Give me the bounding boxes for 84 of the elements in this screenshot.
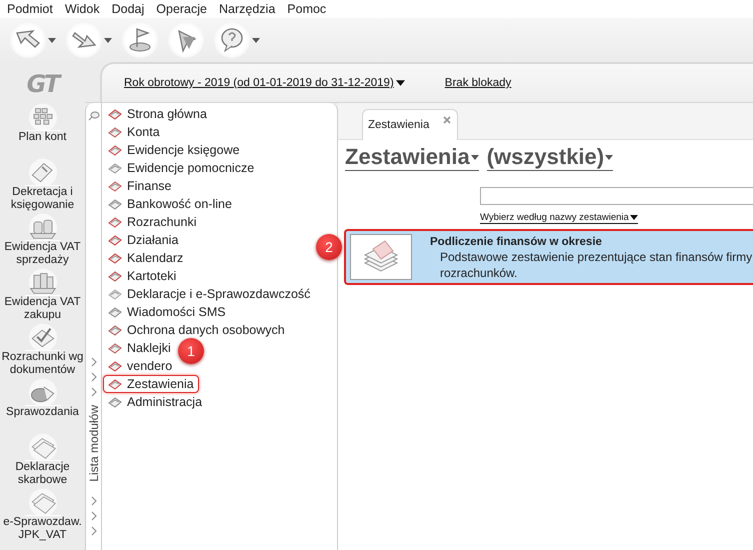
caret-icon [252,38,260,42]
logo: GT [26,70,58,100]
category-dropdown[interactable]: Zestawienia [345,144,479,171]
module-icon [108,161,122,175]
caret-icon [470,154,479,160]
chevron-icon[interactable] [90,387,98,398]
module-item[interactable]: Deklaracje i e-Sprawozdawczość [103,285,316,303]
menu-item[interactable]: Narzędzia [214,2,282,16]
report-row[interactable]: Podliczenie finansów w okresie Podstawowe zestawienie prezentujące stan finansów firmy rozrachunków. [344,229,753,285]
module-icon [108,179,122,193]
module-icon [108,125,122,139]
search-field[interactable] [480,187,753,205]
toolbar-button[interactable] [214,22,260,58]
menu-item[interactable]: Widok [60,2,107,16]
caret-icon [605,154,614,160]
module-item[interactable]: Ewidencje pomocnicze [103,159,260,177]
module-icon [24,102,60,131]
filter-dropdown[interactable]: (wszystkie) [486,144,614,171]
module-icon [24,377,60,406]
module-icon [108,143,122,157]
search-mode-dropdown[interactable]: Wybierz według nazwy zestawienia [480,212,638,224]
module-item[interactable]: Kartoteki [103,267,182,285]
module-icon [108,197,122,211]
module-item[interactable]: Administracja [103,393,208,411]
module-item[interactable]: Bankowość on-line [103,195,237,213]
module-icon [108,233,122,247]
tab[interactable]: Zestawienia [362,109,458,140]
close-icon[interactable] [443,116,452,124]
module-icon [24,432,60,461]
module-item[interactable]: Wiadomości SMS [103,303,231,321]
module-item[interactable]: Strona główna [103,105,212,123]
chevron-icon[interactable] [90,372,98,382]
module-icon [24,267,60,296]
report-description: rozrachunków. [440,266,518,280]
module-item[interactable]: Ewidencje księgowe [103,141,245,159]
report-title: Podliczenie finansów w okresie [430,236,603,248]
module-icon [108,215,122,229]
sidebar-item[interactable]: Deklaracje skarbowe [0,432,85,487]
module-icon [108,359,122,373]
module-item[interactable]: Rozrachunki [103,213,202,231]
report-description: Podstawowe zestawienie prezentujące stan finansów firmy [440,250,752,264]
sidebar-item[interactable]: Ewidencja VAT zakupu [0,267,85,322]
sidebar-item[interactable]: Plan kont [0,102,85,157]
lock-link[interactable]: Brak blokady [444,77,512,89]
toolbar-button[interactable] [122,22,158,58]
toolbar-button[interactable] [10,22,56,58]
module-icon [24,487,60,516]
module-item[interactable]: Finanse [103,177,176,195]
module-item[interactable]: Ochrona danych osobowych [103,321,290,339]
menu-item[interactable]: Operacje [151,2,214,16]
module-icon [108,323,122,337]
menu-item[interactable]: Pomoc [282,2,334,16]
module-icon [108,341,122,355]
module-item[interactable]: Zestawienia [103,375,199,393]
module-icon [108,269,122,283]
module-icon [108,377,122,391]
sidebar-item[interactable]: e-Sprawozdaw. JPK_VAT [0,487,85,542]
module-item[interactable]: Konta [103,123,165,141]
sidebar-item[interactable]: Rozrachunki wg dokumentów [0,322,85,377]
module-item[interactable]: Naklejki [103,339,176,357]
module-icon [24,157,60,186]
chevron-icon[interactable] [90,357,98,368]
module-icon [108,305,122,319]
toolbar-button[interactable] [66,22,112,58]
module-item[interactable]: Kalendarz [103,249,188,267]
caret-icon [48,38,56,42]
module-icon [108,107,122,121]
module-icon [108,395,122,409]
module-icon [24,322,60,351]
module-item[interactable]: vendero [103,357,178,375]
panel-label: Lista modułów [86,405,100,482]
module-icon [108,251,122,265]
caret-icon [104,38,112,42]
module-icon [108,287,122,301]
sidebar-item[interactable]: Ewidencja VAT sprzedaży [0,212,85,267]
fiscal-year-dropdown[interactable]: Rok obrotowy - 2019 (od 01-01-2019 do 31-12-2019) [124,77,405,89]
module-item[interactable]: Działania [103,231,184,249]
module-icon [24,212,60,241]
sidebar-item[interactable]: Dekretacja i księgowanie [0,157,85,212]
sidebar-item[interactable]: Sprawozdania [0,377,85,432]
menu-item[interactable]: Dodaj [106,2,152,16]
caret-icon [630,215,638,220]
menu-item[interactable]: Podmiot [2,2,60,16]
caret-icon [396,80,405,86]
